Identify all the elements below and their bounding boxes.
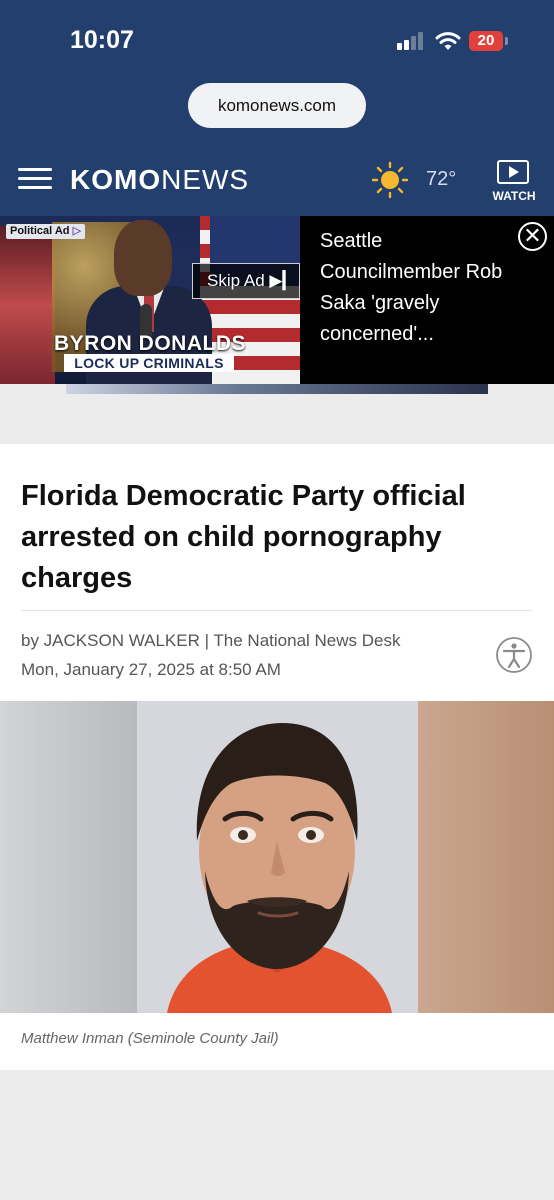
screen: 10:07 20 komonews.com KOMONEWS 72° WATCH… (0, 0, 554, 1200)
adchoices-icon: ▷ (72, 225, 82, 237)
status-time: 10:07 (70, 26, 134, 54)
watch-label: WATCH (492, 189, 536, 203)
mugshot-image (167, 723, 392, 1013)
article-headline: Florida Democratic Party official arrest… (21, 480, 466, 594)
battery-tip-icon (505, 37, 508, 45)
article-card: Florida Democratic Party official arrest… (0, 444, 554, 1070)
temperature[interactable]: 72° (426, 168, 456, 191)
wifi-icon (435, 32, 461, 50)
ad-zone: Political Ad ▷ Skip Ad ▶▎ BYRON DONALDS … (0, 216, 554, 444)
close-icon[interactable]: ✕ (518, 222, 547, 251)
logo-bold-text: KOMO (70, 164, 162, 195)
menu-icon[interactable] (18, 168, 52, 190)
related-story-panel[interactable]: Seattle Councilmember Rob Saka 'gravely … (300, 216, 554, 384)
article-byline: by JACKSON WALKER | The National News De… (21, 631, 401, 650)
play-icon (497, 160, 529, 184)
ad-slogan: LOCK UP CRIMINALS (64, 354, 234, 372)
battery-icon: 20 (469, 31, 503, 51)
divider (21, 610, 532, 611)
accessibility-icon[interactable] (495, 636, 533, 674)
photo-background-left (0, 701, 137, 1013)
site-logo[interactable]: KOMONEWS (70, 164, 249, 196)
photo-caption: Matthew Inman (Seminole County Jail) (21, 1030, 279, 1047)
watch-button[interactable]: WATCH (492, 160, 536, 204)
article-photo[interactable] (0, 701, 554, 1013)
cellular-signal-icon (397, 32, 425, 50)
photo-background-right (418, 701, 554, 1013)
political-ad-badge[interactable]: Political Ad ▷ (6, 224, 86, 239)
flag-image (0, 226, 55, 384)
article-date: Mon, January 27, 2025 at 8:50 AM (21, 660, 281, 679)
url-bar[interactable]: komonews.com (188, 83, 366, 128)
site-header: 10:07 20 komonews.com KOMONEWS 72° WATCH (0, 0, 554, 216)
related-story-headline[interactable]: Seattle Councilmember Rob Saka 'gravely … (320, 226, 516, 350)
ad-candidate-name: BYRON DONALDS (54, 332, 247, 355)
political-ad-label: Political Ad (10, 225, 70, 237)
ad-video[interactable]: Political Ad ▷ Skip Ad ▶▎ BYRON DONALDS … (0, 216, 300, 384)
skip-ad-button[interactable]: Skip Ad ▶▎ (192, 263, 300, 299)
speaker-head (114, 220, 172, 296)
sun-weather-icon[interactable] (370, 160, 410, 200)
logo-regular-text: NEWS (161, 164, 250, 195)
